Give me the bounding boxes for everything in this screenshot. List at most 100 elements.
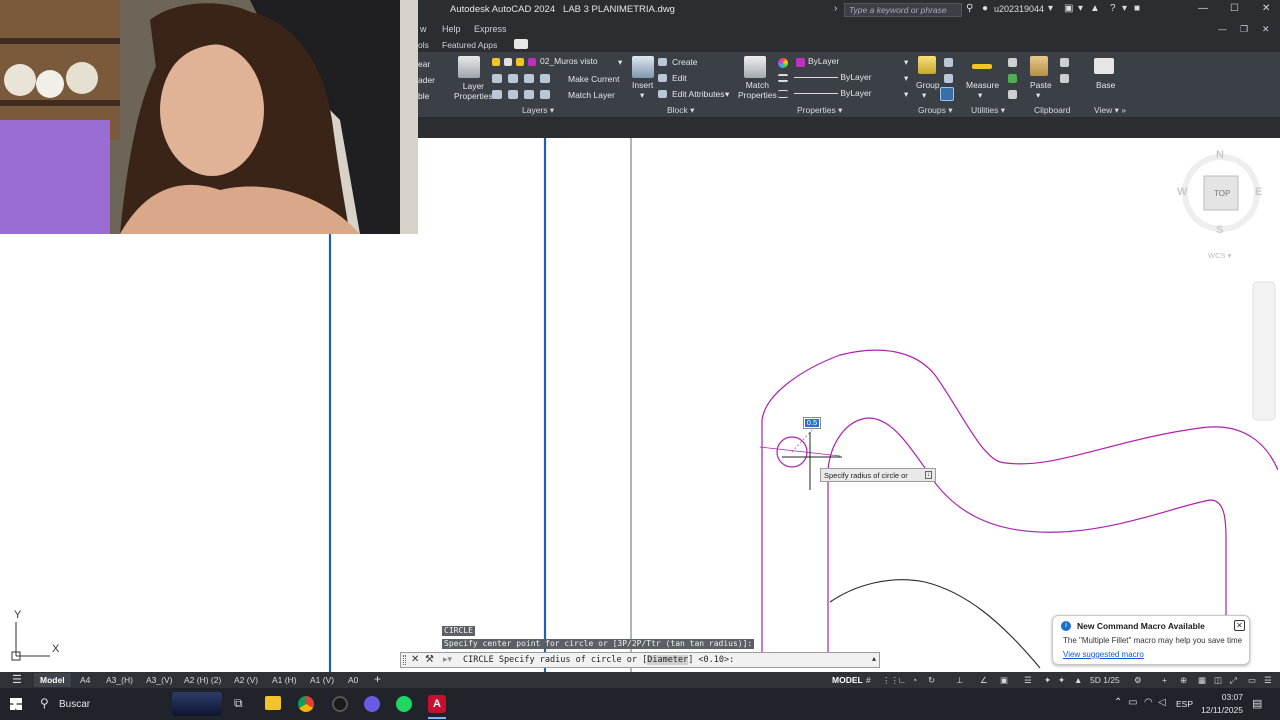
history-toggle-icon[interactable]: ▴ xyxy=(872,654,876,663)
clipped-label-1[interactable]: ear xyxy=(418,59,430,69)
base-button[interactable]: Base xyxy=(1096,80,1115,90)
help-search-input[interactable]: Type a keyword or phrase xyxy=(844,3,962,17)
match-layer-icon[interactable] xyxy=(540,90,550,99)
add-icon[interactable]: + xyxy=(1162,675,1167,685)
properties-panel-label[interactable]: Properties ▾ xyxy=(797,105,842,116)
command-line[interactable]: ✕ ⚒ ▸▾ CIRCLE Specify radius of circle o… xyxy=(400,652,880,668)
edit-attributes-icon[interactable] xyxy=(658,90,667,98)
match-properties-button[interactable]: Match Properties xyxy=(738,80,777,100)
cut-icon[interactable] xyxy=(1060,58,1069,67)
help-icon[interactable]: ? xyxy=(1110,3,1116,14)
group-selection-icon[interactable] xyxy=(940,87,954,101)
group-tool-icon[interactable] xyxy=(944,58,953,67)
wrench-icon[interactable]: ⚒ xyxy=(425,654,434,665)
annotation-scale-icon[interactable]: ▲ xyxy=(1074,675,1082,685)
create-block-button[interactable]: Create xyxy=(672,57,698,67)
groups-panel-label[interactable]: Groups ▾ xyxy=(918,105,953,116)
diameter-option[interactable]: Diameter xyxy=(647,655,689,665)
discord-icon[interactable] xyxy=(364,696,380,712)
ortho-icon[interactable]: ∟ xyxy=(898,675,906,685)
close-icon[interactable]: ✕ xyxy=(1234,620,1245,631)
paste-icon[interactable] xyxy=(1030,56,1048,76)
hardware-accel-icon[interactable]: ▦ xyxy=(1198,675,1206,686)
cart-icon[interactable]: ▣ xyxy=(1064,3,1073,14)
layout-tab-a0[interactable]: A0 xyxy=(348,675,358,685)
chevron-down-icon[interactable]: ▾ xyxy=(640,90,644,101)
magenta-outline[interactable] xyxy=(761,349,1278,660)
match-properties-icon[interactable] xyxy=(744,56,766,78)
viewcube-north[interactable]: N xyxy=(1216,149,1224,161)
edit-block-icon[interactable] xyxy=(658,74,667,82)
tab-featured-apps[interactable]: Featured Apps xyxy=(442,40,497,50)
layer-tool-icon[interactable] xyxy=(508,74,518,83)
annotation-icon[interactable]: ✦ xyxy=(1044,675,1051,686)
layer-tool-icon[interactable] xyxy=(492,90,502,99)
doc-restore-icon[interactable]: ❐ xyxy=(1240,24,1248,35)
layout-tab-a2v[interactable]: A2 (V) xyxy=(234,675,258,685)
lineweight-icon[interactable]: ∠ xyxy=(980,675,988,686)
hamburger-menu-icon[interactable]: ☰ xyxy=(12,673,22,686)
search-icon[interactable]: ⚲ xyxy=(40,696,49,710)
chevron-up-icon[interactable]: ⌃ xyxy=(1114,697,1122,708)
maximize-icon[interactable]: ☐ xyxy=(1230,3,1239,14)
grip-handle[interactable] xyxy=(403,655,406,665)
clipped-label-3[interactable]: ble xyxy=(418,91,429,101)
otrack-icon[interactable]: ⊥ xyxy=(956,675,963,686)
close-icon[interactable]: ✕ xyxy=(1262,3,1270,14)
layout-tab-model[interactable]: Model xyxy=(34,673,71,687)
notifications-icon[interactable]: ▤ xyxy=(1252,697,1262,710)
match-layer-button[interactable]: Match Layer xyxy=(568,90,615,100)
clock-time[interactable]: 03:07 xyxy=(1203,692,1243,702)
menu-item-help[interactable]: Help xyxy=(442,24,461,34)
tab-tools[interactable]: ols xyxy=(418,40,429,50)
measure-button[interactable]: Measure xyxy=(966,80,999,90)
dropdown-icon[interactable]: ▾ xyxy=(1078,3,1083,14)
chevron-down-icon[interactable]: ▾ xyxy=(725,89,729,100)
layer-tool-icon[interactable] xyxy=(492,74,502,83)
taskbar-search-label[interactable]: Buscar xyxy=(59,699,90,710)
chevron-down-icon[interactable]: ▾ xyxy=(1036,90,1040,101)
utility-tool-icon[interactable] xyxy=(1008,58,1017,67)
layer-tool-icon[interactable] xyxy=(508,90,518,99)
utility-tool-icon[interactable] xyxy=(1008,74,1017,83)
customization-icon[interactable]: ☰ xyxy=(1264,675,1272,686)
group-tool-icon[interactable] xyxy=(944,74,953,83)
windows-start-icon[interactable] xyxy=(10,698,22,710)
dropdown-icon[interactable]: ▾ xyxy=(1122,3,1127,14)
color-wheel-icon[interactable] xyxy=(778,58,788,68)
volume-icon[interactable]: ◁ xyxy=(1158,697,1166,708)
dropdown-icon[interactable]: ▾ xyxy=(1048,3,1053,14)
polar-icon[interactable]: ◔ xyxy=(912,675,917,685)
utilities-panel-label[interactable]: Utilities ▾ xyxy=(971,105,1005,116)
doc-close-icon[interactable]: ✕ xyxy=(1262,24,1270,35)
clean-screen-icon[interactable]: ◫ xyxy=(1214,675,1222,686)
grid-icon[interactable]: # xyxy=(866,675,871,685)
file-explorer-icon[interactable] xyxy=(265,696,281,710)
wifi-icon[interactable]: ◠ xyxy=(1144,697,1153,708)
group-icon[interactable] xyxy=(918,56,936,74)
edit-block-button[interactable]: Edit xyxy=(672,73,687,83)
layout-tab-a1h[interactable]: A1 (H) xyxy=(272,675,297,685)
insert-icon[interactable] xyxy=(632,56,654,78)
insert-button[interactable]: Insert xyxy=(632,80,653,90)
paste-button[interactable]: Paste xyxy=(1030,80,1052,90)
share-icon[interactable]: ▲ xyxy=(1090,3,1100,14)
navigation-bar[interactable] xyxy=(1252,281,1276,421)
colosseum-widget-icon[interactable] xyxy=(172,692,222,716)
viewcube-west[interactable]: W xyxy=(1177,186,1187,198)
chevron-right-icon[interactable]: › xyxy=(834,3,837,14)
chevron-down-icon[interactable]: ▾ xyxy=(618,57,622,68)
workspace-icon[interactable]: ▭ xyxy=(1248,675,1256,686)
model-space-toggle[interactable]: MODEL xyxy=(832,675,863,685)
chevron-down-icon[interactable]: ▾ xyxy=(904,57,908,68)
minimize-icon[interactable]: — xyxy=(1198,3,1208,14)
create-block-icon[interactable] xyxy=(658,58,667,66)
layout-tab-a3h[interactable]: A3_(H) xyxy=(106,675,133,685)
clipboard-panel-label[interactable]: Clipboard xyxy=(1034,105,1070,115)
measure-icon[interactable] xyxy=(972,64,992,69)
chrome-icon[interactable] xyxy=(298,696,314,712)
chevron-down-icon[interactable]: ▾ xyxy=(904,89,908,100)
layout-tab-a3v[interactable]: A3_(V) xyxy=(146,675,172,685)
snap-icon[interactable]: ⋮⋮ xyxy=(882,675,899,686)
language-indicator[interactable]: ESP xyxy=(1176,699,1193,709)
